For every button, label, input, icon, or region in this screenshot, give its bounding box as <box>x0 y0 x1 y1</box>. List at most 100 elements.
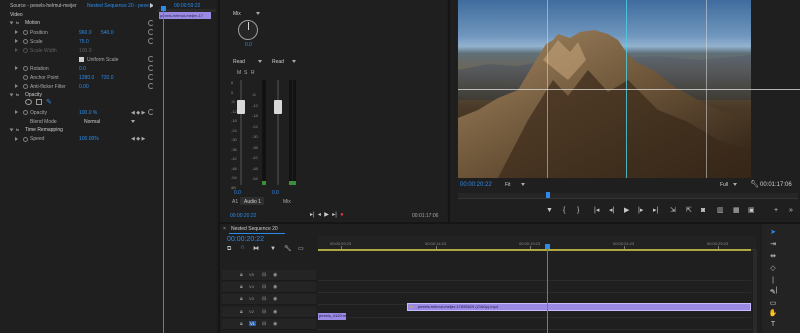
rotation-expand-icon[interactable] <box>15 66 18 70</box>
hand-tool-icon[interactable]: ✋ <box>768 309 778 319</box>
right-fader-value[interactable]: 0.0 <box>272 190 279 196</box>
track-row[interactable] <box>222 294 316 305</box>
track-name[interactable]: V2 <box>249 309 254 314</box>
track-row[interactable] <box>222 270 316 281</box>
position-reset-icon[interactable] <box>148 29 154 35</box>
insert-icon[interactable]: ⇲ <box>670 207 676 215</box>
blend-mode-select[interactable]: Normal <box>84 119 100 125</box>
nested-sequence-tab[interactable]: Nested Sequence 20 - pexe... <box>87 3 153 9</box>
track-eye-icon[interactable]: ◉ <box>273 272 277 278</box>
position-x[interactable]: 960.0 <box>79 30 92 36</box>
go-to-in-icon[interactable]: |◂ <box>594 207 599 215</box>
track-name[interactable]: V3 <box>249 296 254 301</box>
step-forward-icon[interactable]: |▸ <box>638 207 643 215</box>
scale-value[interactable]: 75.0 <box>79 39 89 45</box>
track-select-tool-icon[interactable]: ⇥ <box>768 240 778 250</box>
overwrite-icon[interactable]: ⇱ <box>686 207 692 215</box>
timeline-settings-icon[interactable]: 🔧︎ <box>284 245 292 253</box>
scale-expand-icon[interactable] <box>15 39 18 43</box>
opacity-keyframe-prev-icon[interactable]: ◀ ◆ ▶ <box>131 110 145 116</box>
snap-icon[interactable]: ∩ <box>240 244 245 252</box>
opacity-fx-icon[interactable]: fx <box>16 92 19 97</box>
antiflicker-stopwatch-icon[interactable] <box>23 84 28 89</box>
program-playhead-marker[interactable] <box>546 192 550 198</box>
opacity-stopwatch-icon[interactable] <box>23 110 28 115</box>
antiflicker-value[interactable]: 0.00 <box>79 84 89 90</box>
track-lock-icon[interactable]: 🔒︎ <box>240 272 243 278</box>
timeline-tab[interactable]: Nested Sequence 20 <box>231 226 278 232</box>
speed-expand-icon[interactable] <box>15 137 18 141</box>
opacity-expand-icon[interactable] <box>9 93 14 97</box>
track-row[interactable] <box>222 282 316 293</box>
track-name[interactable]: V5 <box>249 272 254 277</box>
quality-select[interactable]: Full <box>720 182 728 188</box>
antiflicker-reset-icon[interactable] <box>148 83 154 89</box>
motion-reset-icon[interactable] <box>148 20 154 26</box>
rectangle-tool-icon[interactable]: ▭ <box>768 299 778 309</box>
solo-button[interactable]: S <box>244 70 247 76</box>
anchor-x[interactable]: 1280.0 <box>79 75 94 81</box>
read-left-select[interactable]: Read <box>233 59 245 65</box>
track-name[interactable]: V1 <box>249 321 256 326</box>
anchor-stopwatch-icon[interactable] <box>23 75 28 80</box>
nest-icon[interactable]: ⧉ <box>227 245 231 253</box>
pen-tool-icon[interactable]: ✎ <box>768 288 778 298</box>
timeline-playhead[interactable] <box>547 249 548 333</box>
mix-select[interactable]: Mix <box>233 11 241 17</box>
left-fader-value[interactable]: 0.0 <box>234 190 241 196</box>
speed-keyframe-nav-icon[interactable]: ◀ ◆ ▶ <box>131 136 145 142</box>
video-clip[interactable]: fx pexels-helmut-meijer-17695629 (2160p)… <box>407 303 751 311</box>
tab-menu-icon[interactable] <box>150 3 155 8</box>
uniform-reset-icon[interactable] <box>148 56 154 62</box>
wrench-icon[interactable]: 🔧︎ <box>750 180 759 188</box>
play-icon[interactable]: ▶ <box>624 207 629 215</box>
scale-reset-icon[interactable] <box>148 38 154 44</box>
slip-tool-icon[interactable]: |↔| <box>768 276 778 294</box>
add-marker-icon[interactable]: ▼ <box>546 207 553 215</box>
track-lock-icon[interactable]: 🔒︎ <box>240 296 243 302</box>
selection-tool-icon[interactable]: ➤ <box>768 228 778 238</box>
track-lock-icon[interactable]: 🔒︎ <box>240 284 243 290</box>
track-row[interactable] <box>222 307 316 318</box>
comparison-view-icon[interactable]: ▥ <box>717 207 724 215</box>
fader-track-right[interactable] <box>277 80 279 185</box>
vr-video-icon[interactable]: ▦ <box>733 207 740 215</box>
ellipse-mask-icon[interactable] <box>25 99 32 105</box>
motion-expand-icon[interactable] <box>9 21 14 25</box>
track-lane[interactable] <box>318 317 751 318</box>
timeline-tab-close-icon[interactable]: × <box>223 226 226 232</box>
source-playhead-head[interactable] <box>161 6 166 11</box>
read-right-select[interactable]: Read <box>272 59 284 65</box>
opacity-value[interactable]: 100.0 % <box>79 110 97 116</box>
track-eye-icon[interactable]: ◉ <box>273 296 277 302</box>
quality-dropdown-icon[interactable] <box>733 183 737 186</box>
speed-value[interactable]: 100.00% <box>79 136 99 142</box>
work-area-bar[interactable] <box>318 249 751 251</box>
opacity-prop-expand-icon[interactable] <box>15 110 18 114</box>
timeline-vertical-scrollbar[interactable] <box>753 250 757 333</box>
zoom-dropdown-icon[interactable] <box>521 183 525 186</box>
track-lane[interactable] <box>318 329 751 330</box>
captions-icon[interactable]: ▭ <box>298 245 304 253</box>
scale-stopwatch-icon[interactable] <box>23 39 28 44</box>
type-tool-icon[interactable]: T <box>768 320 778 330</box>
time-remap-expand-icon[interactable] <box>9 128 14 132</box>
audio-clip[interactable]: pexels_4120.mov <box>318 313 350 320</box>
go-to-out-icon[interactable]: ▸| <box>653 207 658 215</box>
linked-selection-icon[interactable]: ⧓ <box>253 245 259 253</box>
rect-mask-icon[interactable] <box>36 99 42 105</box>
position-expand-icon[interactable] <box>15 30 18 34</box>
record-arm-button[interactable]: R <box>251 70 255 76</box>
track-name[interactable]: V4 <box>249 284 254 289</box>
blend-dropdown-icon[interactable] <box>131 120 135 123</box>
add-marker-timeline-icon[interactable]: ▼ <box>270 245 276 253</box>
button-editor-icon[interactable]: ▣ <box>748 207 755 215</box>
scale-width-expand-icon[interactable] <box>15 48 18 52</box>
rotation-value[interactable]: 0.0 <box>79 66 86 72</box>
anchor-y[interactable]: 720.0 <box>101 75 114 81</box>
step-back-icon[interactable]: ◂| <box>609 207 614 215</box>
rotation-reset-icon[interactable] <box>148 65 154 71</box>
mark-in-icon[interactable]: { <box>563 207 565 215</box>
export-frame-icon[interactable]: ◙ <box>701 207 705 215</box>
track-eye-icon[interactable]: ◉ <box>273 284 277 290</box>
